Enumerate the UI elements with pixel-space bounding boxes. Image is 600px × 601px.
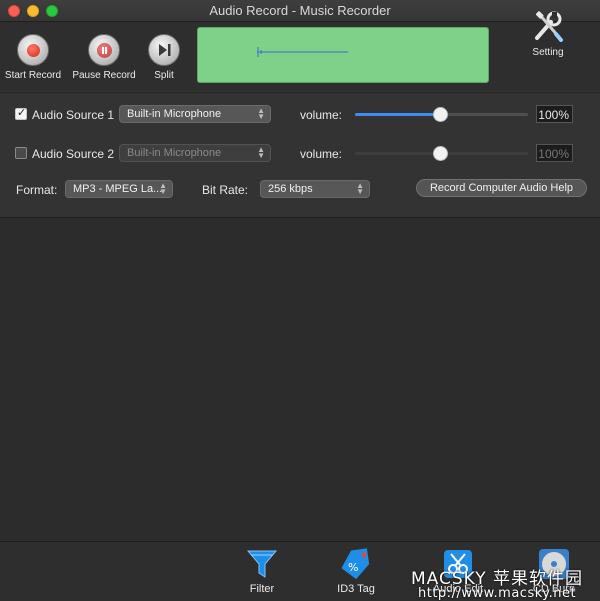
id3-tag-button[interactable]: % ID3 Tag <box>326 547 386 595</box>
volume-1-slider[interactable] <box>355 107 528 122</box>
filter-button[interactable]: Filter <box>232 547 292 595</box>
id3-tag-label: ID3 Tag <box>337 583 375 595</box>
filter-label: Filter <box>249 583 275 595</box>
waveform-display <box>197 27 489 83</box>
volume-2-label: volume: <box>300 147 343 161</box>
pause-record-button[interactable]: Pause Record <box>72 34 136 81</box>
bitrate-select[interactable]: 256 kbps ▲ ▼ <box>260 180 370 198</box>
audio-source-2-device-select[interactable]: Built-in Microphone ▲ ▼ <box>119 144 271 162</box>
svg-text:%: % <box>348 561 358 574</box>
split-label: Split <box>154 70 174 81</box>
volume-1-label: volume: <box>300 108 343 122</box>
split-button[interactable]: Split <box>148 34 180 81</box>
format-value: MP3 - MPEG La... <box>73 183 163 195</box>
start-record-button[interactable]: Start Record <box>4 34 62 81</box>
popup-arrows-icon: ▲ ▼ <box>356 181 364 196</box>
format-select[interactable]: MP3 - MPEG La... ▲ ▼ <box>65 180 173 198</box>
setting-button[interactable]: Setting <box>526 10 570 58</box>
volume-2-slider[interactable] <box>355 146 528 161</box>
popup-arrows-icon: ▲ ▼ <box>257 106 265 121</box>
audio-source-1-checkbox[interactable] <box>15 106 27 120</box>
volume-2-value[interactable]: 100% <box>536 144 573 162</box>
audio-source-2-checkbox[interactable] <box>15 147 27 159</box>
format-label: Format: <box>16 183 58 197</box>
volume-1-value[interactable]: 100% <box>536 105 573 123</box>
wrench-screwdriver-icon <box>535 11 563 42</box>
volume-2-fill <box>355 152 440 155</box>
bitrate-value: 256 kbps <box>268 183 313 195</box>
funnel-icon <box>246 550 278 578</box>
volume-2-knob[interactable] <box>432 146 448 161</box>
format-row: Format: MP3 - MPEG La... ▲ ▼ Bit Rate: 25… <box>0 179 600 201</box>
watermark-url: http://www.macsky.net <box>418 586 577 601</box>
bottom-toolbar: Filter % ID3 Tag Audio Edit CD Burn MACS… <box>0 541 600 601</box>
audio-source-1-device-select[interactable]: Built-in Microphone ▲ ▼ <box>119 105 271 123</box>
title-bar: Audio Record - Music Recorder <box>0 0 600 22</box>
audio-source-2-device-value: Built-in Microphone <box>127 147 222 159</box>
audio-source-2-row: Audio Source 2 Built-in Microphone ▲ ▼ vo… <box>0 143 600 165</box>
record-icon <box>17 34 49 66</box>
bitrate-label: Bit Rate: <box>202 183 249 197</box>
volume-1-fill <box>355 113 440 116</box>
recordings-list[interactable] <box>0 219 600 541</box>
volume-1-knob[interactable] <box>432 107 448 122</box>
pause-record-label: Pause Record <box>72 70 136 81</box>
settings-panel: Audio Source 1 Built-in Microphone ▲▼ vo… <box>0 92 600 218</box>
audio-source-1-row: Audio Source 1 Built-in Microphone ▲▼ vo… <box>0 104 600 126</box>
window-title: Audio Record - Music Recorder <box>209 3 391 18</box>
split-icon <box>148 34 180 66</box>
tag-icon: % <box>341 548 370 580</box>
pause-icon <box>88 34 120 66</box>
audio-source-2-label: Audio Source 2 <box>32 147 115 161</box>
start-record-label: Start Record <box>4 70 62 81</box>
audio-source-1-label: Audio Source 1 <box>32 108 115 122</box>
waveform-graph <box>257 47 348 57</box>
popup-arrows-icon: ▲ ▼ <box>257 145 265 160</box>
popup-arrows-icon: ▲ ▼ <box>159 181 167 196</box>
audio-source-1-device-value: Built-in Microphone <box>127 108 222 120</box>
record-computer-audio-help-button[interactable]: Record Computer Audio Help <box>416 179 587 197</box>
setting-label: Setting <box>532 47 564 58</box>
